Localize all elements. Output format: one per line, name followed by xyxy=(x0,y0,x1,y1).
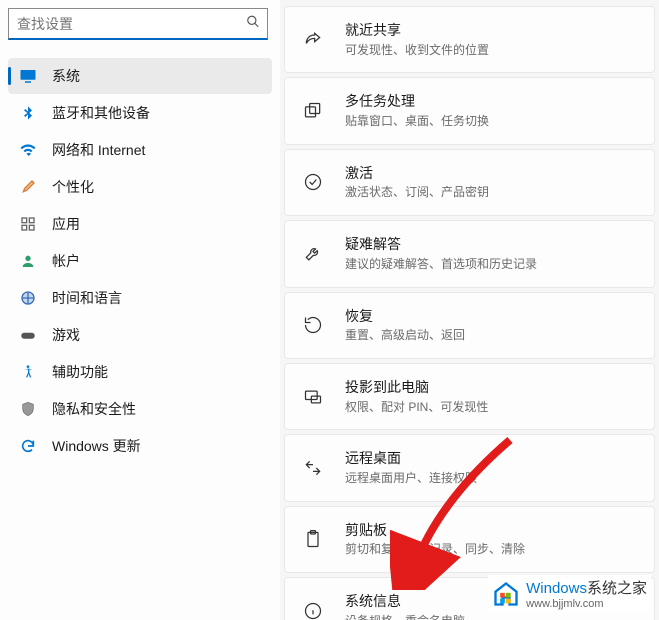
sidebar-item-label: 时间和语言 xyxy=(52,288,122,308)
recovery-icon xyxy=(301,313,325,337)
card-title: 激活 xyxy=(345,164,638,184)
project-icon xyxy=(301,385,325,409)
sidebar-item-label: 系统 xyxy=(52,66,80,86)
bluetooth-icon xyxy=(18,103,38,123)
sidebar-item-privacy[interactable]: 隐私和安全性 xyxy=(8,391,272,427)
card-desc: 可发现性、收到文件的位置 xyxy=(345,42,638,59)
sidebar-item-accounts[interactable]: 帐户 xyxy=(8,243,272,279)
card-title: 疑难解答 xyxy=(345,235,638,255)
card-desc: 远程桌面用户、连接权限 xyxy=(345,470,638,487)
sidebar-item-label: 游戏 xyxy=(52,325,80,345)
card-projecting[interactable]: 投影到此电脑 权限、配对 PIN、可发现性 xyxy=(284,363,655,430)
wrench-icon xyxy=(301,242,325,266)
sidebar-item-system[interactable]: 系统 xyxy=(8,58,272,94)
card-text: 投影到此电脑 权限、配对 PIN、可发现性 xyxy=(345,378,638,415)
card-multitasking[interactable]: 多任务处理 贴靠窗口、桌面、任务切换 xyxy=(284,77,655,144)
watermark-brand-prefix: Windows xyxy=(526,580,587,597)
watermark-url: www.bjjmlv.com xyxy=(526,598,647,610)
search-input[interactable] xyxy=(8,8,268,40)
watermark: Windows系统之家 www.bjjmlv.com xyxy=(488,575,651,612)
card-title: 远程桌面 xyxy=(345,449,638,469)
card-title: 恢复 xyxy=(345,307,638,327)
shield-icon xyxy=(18,399,38,419)
sidebar-item-label: 帐户 xyxy=(52,251,80,271)
settings-cards-list: 就近共享 可发现性、收到文件的位置 多任务处理 贴靠窗口、桌面、任务切换 激活 … xyxy=(280,0,659,620)
person-icon xyxy=(18,251,38,271)
multitask-icon xyxy=(301,99,325,123)
card-desc: 建议的疑难解答、首选项和历史记录 xyxy=(345,256,638,273)
card-title: 剪贴板 xyxy=(345,521,638,541)
globe-clock-icon xyxy=(18,288,38,308)
card-desc: 激活状态、订阅、产品密钥 xyxy=(345,184,638,201)
brush-icon xyxy=(18,177,38,197)
sidebar-item-network[interactable]: 网络和 Internet xyxy=(8,132,272,168)
card-nearby-sharing[interactable]: 就近共享 可发现性、收到文件的位置 xyxy=(284,6,655,73)
sidebar-item-windows-update[interactable]: Windows 更新 xyxy=(8,428,272,464)
card-text: 疑难解答 建议的疑难解答、首选项和历史记录 xyxy=(345,235,638,272)
card-text: 剪贴板 剪切和复制历史记录、同步、清除 xyxy=(345,521,638,558)
clipboard-icon xyxy=(301,527,325,551)
card-desc: 剪切和复制历史记录、同步、清除 xyxy=(345,541,638,558)
card-desc: 贴靠窗口、桌面、任务切换 xyxy=(345,113,638,130)
card-desc: 重置、高级启动、返回 xyxy=(345,327,638,344)
windows-home-icon xyxy=(492,580,520,608)
info-icon xyxy=(301,599,325,620)
sidebar-item-label: 隐私和安全性 xyxy=(52,399,136,419)
remote-desktop-icon xyxy=(301,456,325,480)
card-desc: 权限、配对 PIN、可发现性 xyxy=(345,399,638,416)
search-box xyxy=(8,8,268,40)
sidebar-item-bluetooth[interactable]: 蓝牙和其他设备 xyxy=(8,95,272,131)
wifi-icon xyxy=(18,140,38,160)
card-text: 恢复 重置、高级启动、返回 xyxy=(345,307,638,344)
search-icon xyxy=(246,15,260,34)
sync-icon xyxy=(18,436,38,456)
sidebar-item-label: 个性化 xyxy=(52,177,94,197)
card-text: 远程桌面 远程桌面用户、连接权限 xyxy=(345,449,638,486)
checkmark-circle-icon xyxy=(301,170,325,194)
accessibility-icon xyxy=(18,362,38,382)
card-troubleshoot[interactable]: 疑难解答 建议的疑难解答、首选项和历史记录 xyxy=(284,220,655,287)
sidebar-item-time-language[interactable]: 时间和语言 xyxy=(8,280,272,316)
sidebar-item-label: 蓝牙和其他设备 xyxy=(52,103,150,123)
sidebar-item-personalization[interactable]: 个性化 xyxy=(8,169,272,205)
sidebar-item-label: 应用 xyxy=(52,214,80,234)
sidebar-item-accessibility[interactable]: 辅助功能 xyxy=(8,354,272,390)
watermark-text: Windows系统之家 www.bjjmlv.com xyxy=(526,577,647,610)
sidebar-item-label: Windows 更新 xyxy=(52,436,141,456)
card-title: 就近共享 xyxy=(345,21,638,41)
card-title: 投影到此电脑 xyxy=(345,378,638,398)
card-activation[interactable]: 激活 激活状态、订阅、产品密钥 xyxy=(284,149,655,216)
card-text: 就近共享 可发现性、收到文件的位置 xyxy=(345,21,638,58)
sidebar-item-apps[interactable]: 应用 xyxy=(8,206,272,242)
sidebar-item-label: 网络和 Internet xyxy=(52,140,145,160)
card-text: 激活 激活状态、订阅、产品密钥 xyxy=(345,164,638,201)
card-text: 多任务处理 贴靠窗口、桌面、任务切换 xyxy=(345,92,638,129)
display-icon xyxy=(18,66,38,86)
gamepad-icon xyxy=(18,325,38,345)
sidebar: 系统 蓝牙和其他设备 网络和 Internet 个性化 xyxy=(0,0,280,620)
card-desc: 设备规格，重命名电脑 xyxy=(345,613,638,620)
card-title: 多任务处理 xyxy=(345,92,638,112)
sidebar-item-gaming[interactable]: 游戏 xyxy=(8,317,272,353)
share-icon xyxy=(301,28,325,52)
nav-list: 系统 蓝牙和其他设备 网络和 Internet 个性化 xyxy=(4,58,276,464)
card-remote-desktop[interactable]: 远程桌面 远程桌面用户、连接权限 xyxy=(284,434,655,501)
card-recovery[interactable]: 恢复 重置、高级启动、返回 xyxy=(284,292,655,359)
card-clipboard[interactable]: 剪贴板 剪切和复制历史记录、同步、清除 xyxy=(284,506,655,573)
grid-icon xyxy=(18,214,38,234)
watermark-brand-suffix: 系统之家 xyxy=(587,580,647,597)
sidebar-item-label: 辅助功能 xyxy=(52,362,108,382)
